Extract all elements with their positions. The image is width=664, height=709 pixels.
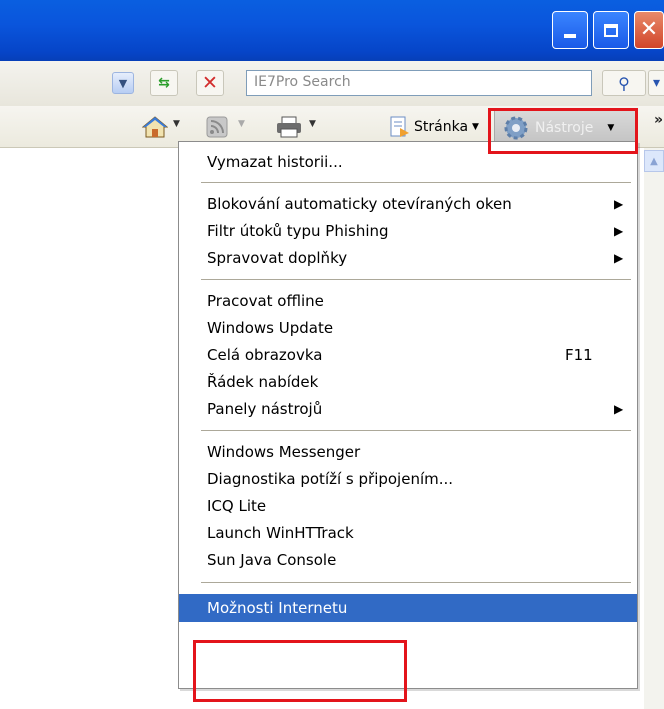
- menu-item-label: Diagnostika potíží s připojením...: [207, 470, 454, 488]
- page-menu-button[interactable]: Stránka ▼: [390, 115, 479, 139]
- page-icon: [390, 116, 409, 137]
- printer-icon: [277, 116, 301, 138]
- home-button[interactable]: [141, 116, 169, 142]
- menu-item-windows-update[interactable]: Windows Update: [179, 314, 637, 342]
- minimize-button[interactable]: [552, 11, 588, 49]
- print-dropdown-icon[interactable]: ▼: [309, 119, 316, 129]
- feeds-dropdown-icon[interactable]: ▼: [238, 119, 245, 129]
- menu-item-java-console[interactable]: Sun Java Console: [179, 546, 637, 574]
- menu-item-popup-blocker[interactable]: Blokování automaticky otevíraných oken ▶: [179, 190, 637, 218]
- page-menu-label: Stránka: [414, 119, 469, 135]
- menu-item-label: Filtr útoků typu Phishing: [207, 222, 389, 240]
- close-button[interactable]: ✕: [634, 11, 664, 49]
- close-icon: ✕: [639, 17, 659, 42]
- annotation-highlight-internet-options: [193, 640, 407, 702]
- refresh-icon: ⇆: [158, 75, 170, 91]
- menu-item-full-screen[interactable]: Celá obrazovka F11: [179, 341, 637, 369]
- menu-item-label: ICQ Lite: [207, 497, 267, 515]
- rss-icon: [206, 116, 228, 138]
- menu-item-winhttrack[interactable]: Launch WinHTTrack: [179, 519, 637, 547]
- chevron-down-icon: ▼: [472, 122, 479, 132]
- submenu-arrow-icon: ▶: [614, 402, 624, 416]
- submenu-arrow-icon: ▶: [614, 251, 624, 265]
- address-dropdown-button[interactable]: ▼: [112, 72, 134, 94]
- submenu-arrow-icon: ▶: [614, 197, 624, 211]
- menu-item-label: Možnosti Internetu: [207, 599, 348, 617]
- menu-item-label: Windows Update: [207, 319, 334, 337]
- menu-item-label: Spravovat doplňky: [207, 249, 348, 267]
- restore-icon: [604, 23, 618, 37]
- menu-item-label: Pracovat offline: [207, 292, 324, 310]
- home-dropdown-icon[interactable]: ▼: [173, 119, 180, 129]
- chevron-up-icon: ▲: [650, 155, 658, 167]
- refresh-button[interactable]: ⇆: [150, 70, 178, 96]
- chevron-down-icon: ▼: [118, 76, 128, 90]
- magnifier-icon: ⚲: [618, 73, 630, 93]
- stop-icon: ✕: [202, 72, 218, 94]
- menu-separator: [201, 182, 631, 183]
- menu-separator: [201, 279, 631, 280]
- menu-item-label: Windows Messenger: [207, 443, 361, 461]
- menu-separator: [201, 582, 631, 583]
- menu-item-shortcut: F11: [565, 346, 593, 364]
- menu-item-label: Řádek nabídek: [207, 373, 319, 391]
- menu-item-internet-options[interactable]: Možnosti Internetu: [179, 594, 637, 622]
- menu-item-menu-bar[interactable]: Řádek nabídek: [179, 368, 637, 396]
- chevron-down-icon: ▾: [652, 75, 661, 91]
- menu-item-label: Panely nástrojů: [207, 400, 323, 418]
- menu-item-label: Launch WinHTTrack: [207, 524, 354, 542]
- menu-item-manage-addons[interactable]: Spravovat doplňky ▶: [179, 244, 637, 272]
- home-icon: [141, 116, 169, 138]
- menu-item-label: Vymazat historii...: [207, 153, 343, 171]
- scroll-up-button[interactable]: ▲: [644, 150, 664, 172]
- menu-item-label: Sun Java Console: [207, 551, 337, 569]
- more-commands-button[interactable]: »: [654, 112, 663, 128]
- submenu-arrow-icon: ▶: [614, 224, 624, 238]
- menu-item-windows-messenger[interactable]: Windows Messenger: [179, 438, 637, 466]
- menu-separator: [201, 430, 631, 431]
- stop-button[interactable]: ✕: [196, 70, 224, 96]
- menu-item-label: Blokování automaticky otevíraných oken: [207, 195, 512, 213]
- menu-item-diagnose-connection[interactable]: Diagnostika potíží s připojením...: [179, 465, 637, 493]
- search-input[interactable]: IE7Pro Search: [246, 70, 592, 96]
- search-options-button[interactable]: ▾: [648, 70, 664, 96]
- maximize-button[interactable]: [593, 11, 629, 49]
- address-toolbar: ▼ ⇆ ✕ IE7Pro Search ⚲ ▾: [0, 61, 664, 106]
- menu-item-work-offline[interactable]: Pracovat offline: [179, 287, 637, 315]
- menu-item-label: Celá obrazovka: [207, 346, 323, 364]
- menu-item-toolbars[interactable]: Panely nástrojů ▶: [179, 395, 637, 423]
- feeds-button[interactable]: [206, 116, 228, 142]
- minimize-icon: [564, 34, 576, 38]
- tools-dropdown-menu: Vymazat historii... Blokování automatick…: [178, 141, 638, 689]
- menu-item-icq-lite[interactable]: ICQ Lite: [179, 492, 637, 520]
- vertical-scrollbar[interactable]: [644, 148, 664, 709]
- annotation-highlight-tools: [488, 108, 638, 154]
- print-button[interactable]: [276, 116, 302, 142]
- search-button[interactable]: ⚲: [602, 70, 646, 96]
- menu-item-phishing-filter[interactable]: Filtr útoků typu Phishing ▶: [179, 217, 637, 245]
- window-titlebar: ✕: [0, 0, 664, 61]
